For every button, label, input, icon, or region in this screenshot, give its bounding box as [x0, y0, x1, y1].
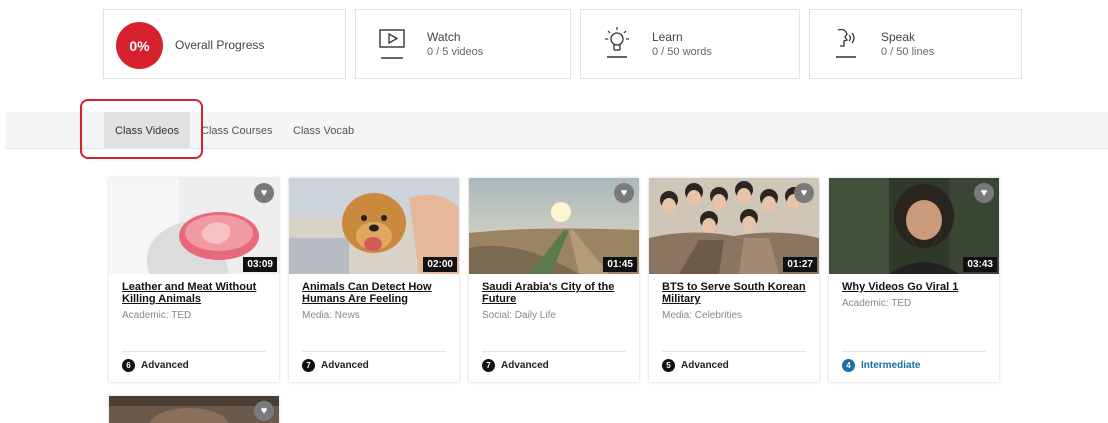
video-thumbnail[interactable]: 03:43 ♥: [829, 178, 999, 274]
video-duration: 01:45: [603, 257, 637, 272]
video-card[interactable]: 03:09 ♥ Leather and Meat Without Killing…: [109, 178, 279, 382]
video-play-icon: [379, 29, 405, 59]
lightbulb-icon: [605, 27, 629, 58]
video-duration: 01:27: [783, 257, 817, 272]
overall-progress-label: Overall Progress: [175, 38, 265, 52]
level-label: Advanced: [501, 360, 549, 371]
video-title[interactable]: Why Videos Go Viral 1: [842, 281, 992, 293]
video-level: 5 Advanced: [662, 359, 729, 372]
overall-progress-card: 0% Overall Progress: [103, 9, 346, 79]
video-level: 7 Advanced: [482, 359, 549, 372]
divider: [482, 351, 626, 352]
favorite-heart-icon[interactable]: ♥: [974, 183, 994, 203]
level-number-badge: 5: [662, 359, 675, 372]
video-thumbnail[interactable]: 02:00: [289, 178, 459, 274]
video-thumbnail[interactable]: 03:09 ♥: [109, 178, 279, 274]
learn-card[interactable]: Learn 0 / 50 words: [580, 9, 800, 79]
video-card[interactable]: 01:27 ♥ BTS to Serve South Korean Milita…: [649, 178, 819, 382]
video-card[interactable]: ♥: [109, 396, 279, 423]
watch-card[interactable]: Watch 0 / 5 videos: [355, 9, 571, 79]
level-label: Advanced: [681, 360, 729, 371]
level-label: Advanced: [141, 360, 189, 371]
video-category: Academic: TED: [122, 310, 192, 321]
video-thumbnail[interactable]: ♥: [109, 396, 279, 423]
video-card[interactable]: 01:45 ♥ Saudi Arabia's City of the Futur…: [469, 178, 639, 382]
video-title[interactable]: BTS to Serve South Korean Military: [662, 281, 812, 305]
video-thumbnail[interactable]: 01:27 ♥: [649, 178, 819, 274]
favorite-heart-icon[interactable]: ♥: [254, 183, 274, 203]
video-card[interactable]: 03:43 ♥ Why Videos Go Viral 1 Academic: …: [829, 178, 999, 382]
video-title[interactable]: Animals Can Detect How Humans Are Feelin…: [302, 281, 452, 305]
level-number-badge: 6: [122, 359, 135, 372]
level-number-badge: 7: [482, 359, 495, 372]
learn-count: 0 / 50 words: [652, 46, 712, 58]
speak-label: Speak: [881, 30, 916, 44]
video-card[interactable]: 02:00 Animals Can Detect How Humans Are …: [289, 178, 459, 382]
video-duration: 03:43: [963, 257, 997, 272]
tab-class-courses[interactable]: Class Courses: [201, 112, 273, 149]
level-label: Intermediate: [861, 360, 921, 371]
divider: [122, 351, 266, 352]
video-category: Social: Daily Life: [482, 310, 556, 321]
favorite-heart-icon[interactable]: ♥: [254, 401, 274, 421]
video-title[interactable]: Saudi Arabia's City of the Future: [482, 281, 632, 305]
level-number-badge: 4: [842, 359, 855, 372]
favorite-heart-icon[interactable]: ♥: [614, 183, 634, 203]
level-label: Advanced: [321, 360, 369, 371]
video-thumbnail[interactable]: 01:45 ♥: [469, 178, 639, 274]
video-category: Media: News: [302, 310, 360, 321]
watch-label: Watch: [427, 30, 461, 44]
level-number-badge: 7: [302, 359, 315, 372]
learn-label: Learn: [652, 30, 683, 44]
favorite-heart-icon[interactable]: ♥: [794, 183, 814, 203]
video-level: 4 Intermediate: [842, 359, 920, 372]
speaking-head-icon: [836, 28, 856, 58]
video-duration: 03:09: [243, 257, 277, 272]
divider: [302, 351, 446, 352]
tab-class-vocab[interactable]: Class Vocab: [293, 112, 354, 149]
video-level: 7 Advanced: [302, 359, 369, 372]
divider: [842, 351, 986, 352]
overall-progress-percent: 0%: [116, 22, 163, 69]
video-duration: 02:00: [423, 257, 457, 272]
speak-count: 0 / 50 lines: [881, 46, 935, 58]
watch-count: 0 / 5 videos: [427, 46, 484, 58]
video-title[interactable]: Leather and Meat Without Killing Animals: [122, 281, 272, 305]
video-level: 6 Advanced: [122, 359, 189, 372]
tab-highlight-outline: [80, 99, 203, 159]
divider: [662, 351, 806, 352]
video-category: Media: Celebrities: [662, 310, 743, 321]
video-category: Academic: TED: [842, 298, 912, 309]
speak-card[interactable]: Speak 0 / 50 lines: [809, 9, 1022, 79]
